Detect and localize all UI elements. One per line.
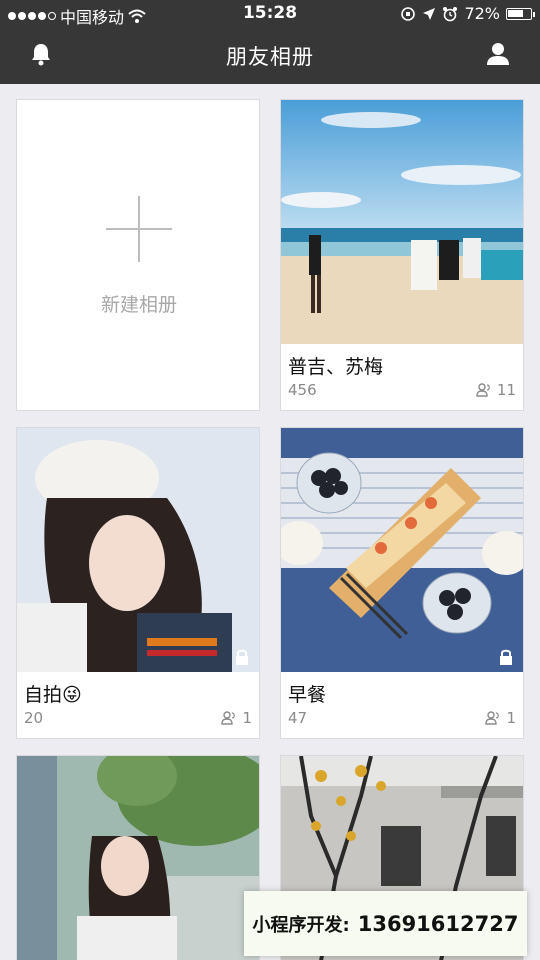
album-card[interactable] <box>16 755 260 960</box>
album-card[interactable]: 普吉、苏梅 456 11 <box>280 99 524 411</box>
contact-watermark: 小程序开发: 13691612727 <box>244 891 527 956</box>
album-cover-image <box>281 100 523 344</box>
lock-icon <box>500 649 512 665</box>
album-card[interactable]: 早餐 47 1 <box>280 427 524 739</box>
photo-count: 456 <box>288 381 317 399</box>
top-bar: 中国移动 15:28 72% 朋友相册 <box>0 0 540 84</box>
status-right: 72% <box>400 4 535 23</box>
member-count: 11 <box>476 381 516 399</box>
album-cover-image <box>17 428 259 672</box>
lock-icon <box>236 649 248 665</box>
album-name: 早餐 <box>288 684 327 706</box>
new-album-label: 新建相册 <box>100 294 177 316</box>
album-cover-image <box>281 428 523 672</box>
members-icon <box>485 711 500 725</box>
album-meta: 早餐 47 1 <box>281 672 523 738</box>
rotation-lock-icon <box>401 6 416 21</box>
members-icon <box>476 383 490 397</box>
album-cover-image <box>17 756 259 960</box>
album-meta: 普吉、苏梅 456 11 <box>281 344 523 410</box>
album-name: 普吉、苏梅 <box>288 356 384 378</box>
member-count: 1 <box>221 709 252 727</box>
nav-bar: 朋友相册 <box>0 28 540 84</box>
watermark-phone: 13691612727 <box>357 911 519 936</box>
person-icon[interactable] <box>484 40 512 68</box>
photo-count: 47 <box>288 709 308 727</box>
members-icon <box>221 711 236 725</box>
member-count-value: 1 <box>506 709 516 727</box>
plus-icon <box>106 196 172 262</box>
member-count-value: 1 <box>242 709 252 727</box>
member-count: 1 <box>485 709 516 727</box>
album-meta: 自拍😜 20 1 <box>17 672 259 738</box>
status-bar: 中国移动 15:28 72% <box>0 0 540 28</box>
page-title: 朋友相册 <box>226 45 314 69</box>
alarm-icon <box>443 6 458 21</box>
battery-icon <box>506 7 535 20</box>
album-card[interactable]: 自拍😜 20 1 <box>16 427 260 739</box>
member-count-value: 11 <box>496 381 516 399</box>
album-name: 自拍😜 <box>24 684 82 706</box>
watermark-label: 小程序开发: <box>252 914 350 936</box>
photo-count: 20 <box>24 709 44 727</box>
new-album-card[interactable]: 新建相册 <box>16 99 260 411</box>
battery-percent: 72% <box>464 4 500 23</box>
location-icon <box>423 7 436 20</box>
